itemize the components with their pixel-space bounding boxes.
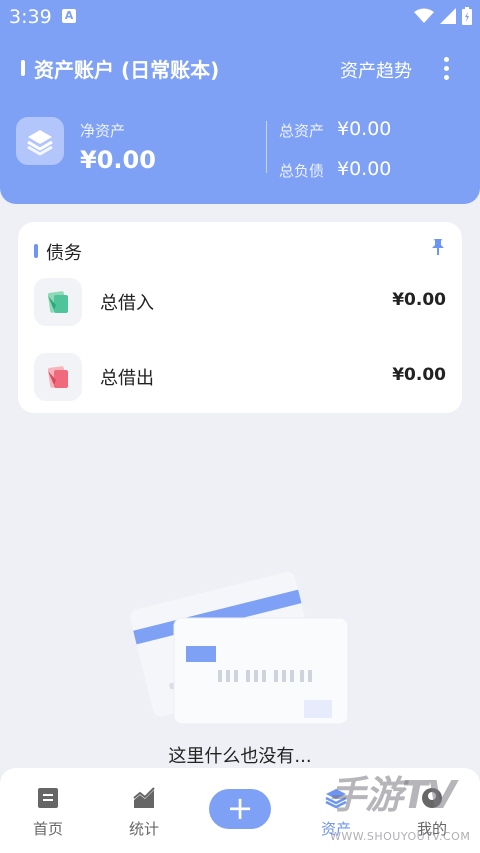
card-accent-bar bbox=[34, 244, 38, 258]
borrow-in-icon bbox=[34, 278, 82, 326]
signal-icon bbox=[440, 8, 456, 24]
net-assets-label: 净资产 bbox=[80, 122, 126, 140]
notification-icon: A bbox=[62, 9, 76, 23]
stats-icon bbox=[133, 787, 155, 808]
borrow-in-value: ¥0.00 bbox=[392, 290, 446, 310]
nav-item-stats[interactable]: 统计 bbox=[104, 786, 184, 846]
debt-card: 债务 总借入 ¥0.00 总借出 ¥0.00 bbox=[18, 222, 462, 413]
nav-item-home[interactable]: 首页 bbox=[8, 786, 88, 846]
watermark-logo: 手游TV bbox=[328, 773, 456, 817]
add-button[interactable]: + bbox=[209, 789, 271, 829]
asset-trend-link[interactable]: 资产趋势 bbox=[340, 57, 412, 83]
nav-label-home: 首页 bbox=[32, 820, 63, 838]
page-title: 资产账户 (日常账本) bbox=[34, 58, 220, 82]
home-icon bbox=[38, 788, 58, 808]
battery-icon bbox=[462, 7, 472, 25]
empty-cards-illustration bbox=[130, 571, 349, 725]
borrow-in-label: 总借入 bbox=[100, 293, 154, 314]
status-bar: 3:39 A bbox=[0, 0, 480, 34]
lend-out-icon bbox=[34, 353, 82, 401]
lend-out-label: 总借出 bbox=[100, 368, 154, 389]
divider bbox=[266, 121, 267, 173]
wifi-icon bbox=[414, 8, 434, 23]
system-icons bbox=[414, 7, 472, 25]
net-assets-value: ¥0.00 bbox=[80, 146, 156, 174]
pin-icon[interactable] bbox=[431, 238, 445, 256]
list-item-lend-out[interactable]: 总借出 ¥0.00 bbox=[18, 347, 462, 407]
title-accent-bar bbox=[21, 60, 25, 76]
debt-card-title: 债务 bbox=[46, 243, 82, 264]
asset-header: 3:39 A 资产账户 (日常账本) 资产趋势 净资产 ¥0.00 总资产 ¥0… bbox=[0, 0, 480, 204]
nav-label-stats: 统计 bbox=[128, 820, 159, 838]
list-item-borrow-in[interactable]: 总借入 ¥0.00 bbox=[18, 272, 462, 332]
total-debt-value: ¥0.00 bbox=[337, 158, 392, 180]
total-assets-value: ¥0.00 bbox=[337, 118, 392, 140]
layers-icon bbox=[16, 117, 64, 165]
status-time: 3:39 bbox=[9, 6, 52, 28]
total-assets-label: 总资产 bbox=[279, 122, 325, 140]
watermark-url: WWW.SHOUYOUTV.COM bbox=[330, 830, 471, 843]
total-debt-label: 总负债 bbox=[279, 162, 325, 180]
more-icon[interactable] bbox=[442, 57, 450, 81]
lend-out-value: ¥0.00 bbox=[392, 365, 446, 385]
